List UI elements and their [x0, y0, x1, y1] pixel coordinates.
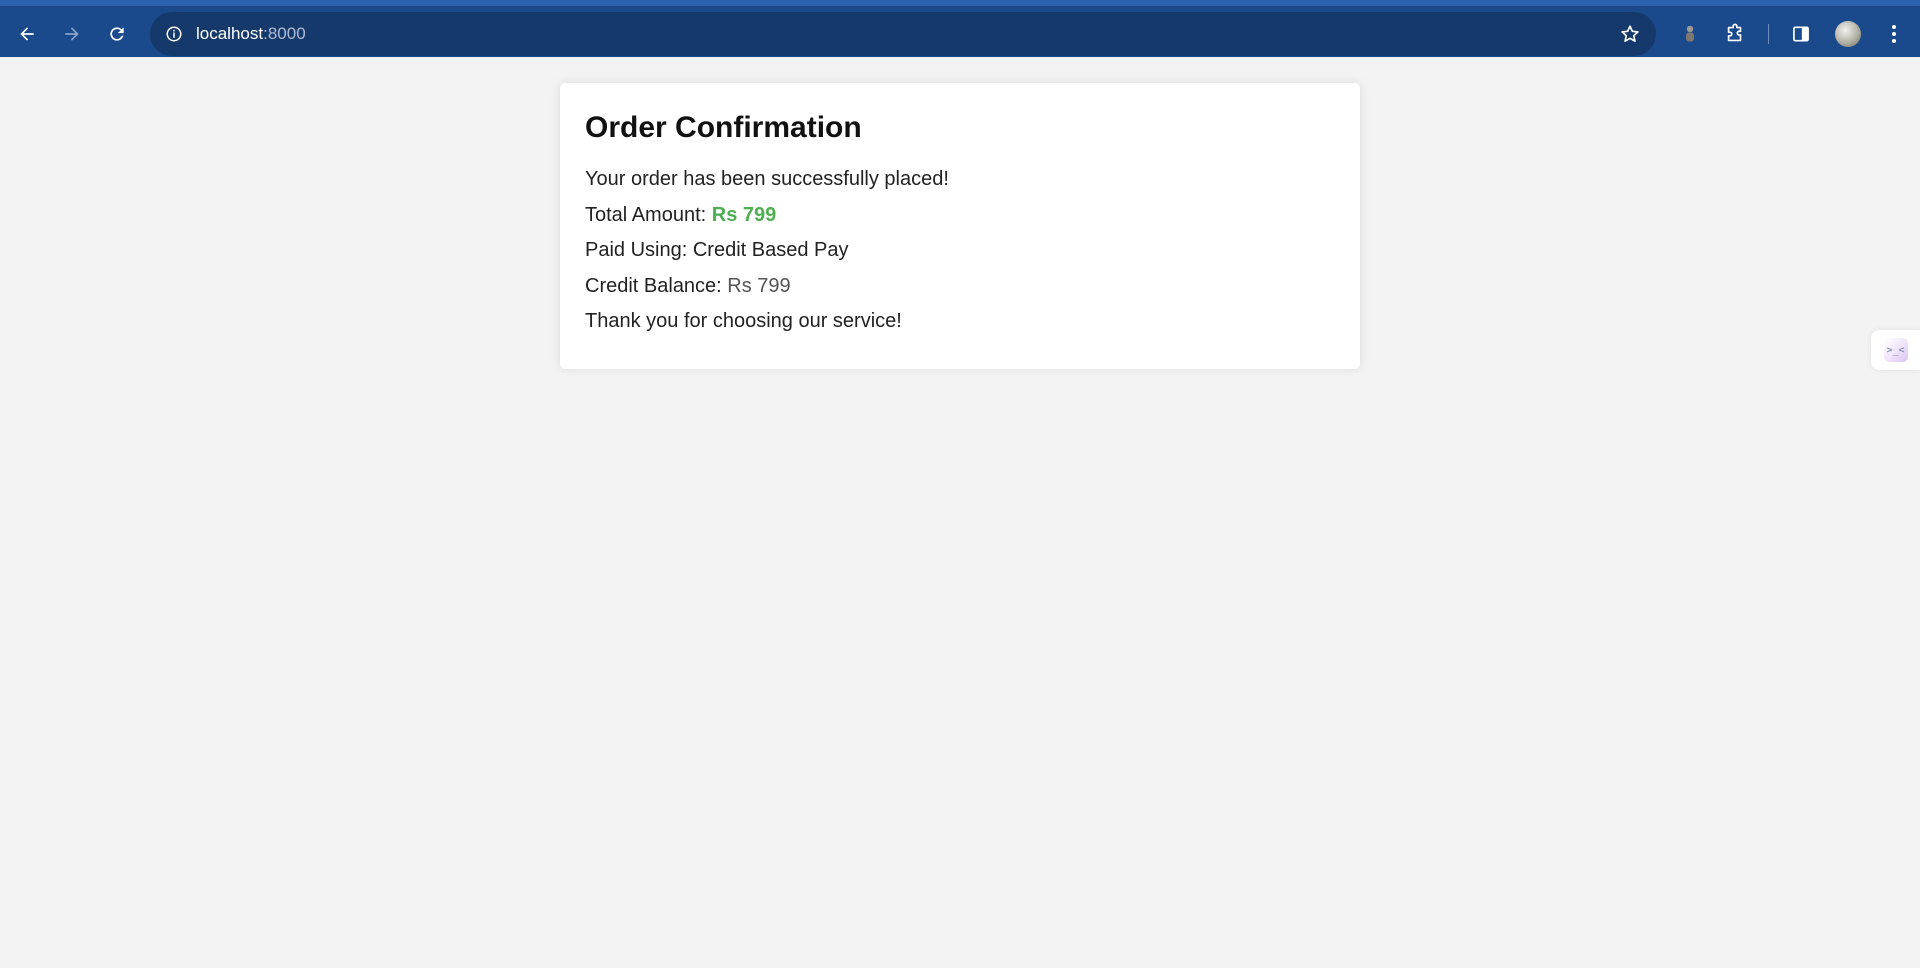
payment-method-value: Credit Based Pay [692, 239, 849, 261]
total-amount-value: Rs 799 [711, 203, 777, 226]
url-text[interactable]: localhost:8000 [196, 24, 306, 44]
bookmark-star-icon [1621, 25, 1639, 42]
url-port: :8000 [263, 24, 306, 43]
payment-method-row: Paid Using: Credit Based Pay [585, 238, 1335, 274]
toolbar-divider [1768, 24, 1769, 44]
back-button[interactable] [9, 16, 45, 52]
extensions-menu-button[interactable] [1719, 18, 1751, 50]
order-confirmation-card: Order Confirmation Your order has been s… [560, 83, 1360, 369]
assistant-face-icon: >_< [1883, 338, 1908, 362]
url-host: localhost [196, 24, 264, 43]
site-info-icon [166, 26, 182, 42]
forward-arrow-icon [65, 27, 79, 41]
side-panel-icon [1793, 26, 1809, 42]
kebab-menu-icon [1892, 25, 1896, 43]
side-panel-button[interactable] [1785, 18, 1817, 50]
site-info-button[interactable] [158, 18, 190, 50]
success-message: Your order has been successfully placed! [585, 168, 949, 190]
thank-you-message: Thank you for choosing our service! [585, 310, 902, 332]
total-amount-row: Total Amount: Rs 799 [585, 203, 1335, 239]
extension-figure-icon [1686, 25, 1694, 42]
credit-balance-label: Credit Balance: [585, 274, 728, 297]
side-assistant-tab[interactable]: >_< [1871, 330, 1920, 370]
page-title: Order Confirmation [585, 111, 862, 144]
payment-method-label: Paid Using: [585, 239, 693, 261]
credit-balance-row: Credit Balance: Rs 799 [585, 274, 1335, 310]
forward-button[interactable] [54, 16, 90, 52]
extension-button[interactable] [1674, 18, 1706, 50]
extension-puzzle-icon [1727, 23, 1742, 42]
total-amount-label: Total Amount: [585, 203, 712, 226]
reload-button[interactable] [99, 16, 135, 52]
address-bar[interactable]: localhost:8000 [150, 12, 1656, 56]
credit-balance-value: Rs 799 [727, 274, 791, 297]
browser-toolbar: localhost:8000 [0, 0, 1920, 57]
bookmark-button[interactable] [1618, 22, 1642, 46]
reload-icon [110, 27, 124, 41]
back-arrow-icon [20, 27, 34, 41]
profile-avatar[interactable] [1835, 21, 1861, 47]
browser-menu-button[interactable] [1878, 18, 1910, 50]
